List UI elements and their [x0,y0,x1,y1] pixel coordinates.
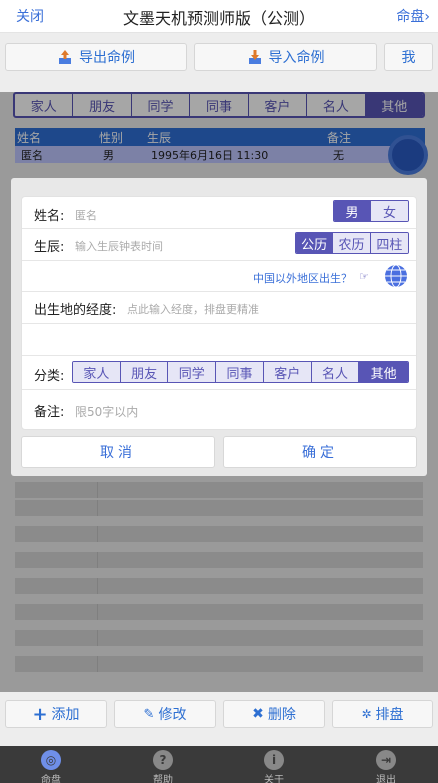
confirm-button[interactable]: 确定 [223,436,417,468]
divider [22,355,416,356]
calendar-toggle: 公历 农历 四柱 [295,232,409,254]
bottom-tab-bar: ◎ 命盘 ? 帮助 i 关于 ⇥ 退出 [0,746,438,783]
pointing-hand-icon: ☞ [359,270,369,283]
calendar-four-pillars[interactable]: 四柱 [370,233,408,253]
gender-female[interactable]: 女 [371,201,408,221]
divider [22,291,416,292]
form-category-option[interactable]: 名人 [311,362,360,382]
app-title: 文墨天机预测师版（公测） [122,9,315,28]
tab-chart-label: 命盘 [41,775,61,783]
import-icon [248,50,261,64]
target-icon: ◎ [41,750,61,770]
calendar-lunar[interactable]: 农历 [333,233,371,253]
name-input[interactable]: 匿名 [75,207,97,223]
chart-label: 排盘 [375,707,404,723]
form-category-option[interactable]: 客户 [263,362,312,382]
divider [22,323,416,324]
divider [22,260,416,261]
add-button[interactable]: + 添加 [5,700,107,728]
calendar-solar[interactable]: 公历 [296,233,334,253]
chart-button[interactable]: ✲ 排盘 [332,700,433,728]
abroad-link[interactable]: 中国以外地区出生？ [253,270,352,286]
gender-toggle: 男 女 [333,200,409,222]
me-button[interactable]: 我 [384,43,433,71]
name-label: 姓名: [34,209,65,224]
delete-label: 删除 [267,707,296,723]
tab-exit-label: 退出 [376,775,396,783]
tab-about[interactable]: i 关于 [244,750,304,783]
edit-label: 修改 [158,707,187,723]
plus-icon: + [32,703,48,725]
birth-input[interactable]: 输入生辰钟表时间 [75,238,163,254]
category-label: 分类: [34,369,65,384]
note-label: 备注: [34,405,65,420]
tab-help-label: 帮助 [153,775,173,783]
form-category-option[interactable]: 其他 [359,362,408,382]
tab-about-label: 关于 [264,775,284,783]
pencil-icon: ✎ [143,706,155,722]
chevron-right-icon: › [424,9,430,25]
form-category-toggle: 家人 朋友 同学 同事 客户 名人 其他 [72,361,409,383]
form-category-option[interactable]: 同学 [168,362,217,382]
globe-icon[interactable] [384,264,408,288]
tab-help[interactable]: ? 帮助 [133,750,193,783]
divider [22,228,416,229]
delete-button[interactable]: ✖ 删除 [223,700,325,728]
exit-icon: ⇥ [376,750,396,770]
export-icon [59,50,71,64]
gender-male[interactable]: 男 [334,201,372,221]
add-label: 添加 [51,707,80,723]
question-icon: ? [153,750,173,770]
import-label: 导入命例 [268,50,325,66]
note-input[interactable]: 限50字以内 [75,403,138,420]
divider [22,389,416,390]
longitude-label: 出生地的经度: [34,303,117,318]
close-x-icon: ✖ [252,706,264,722]
cancel-button[interactable]: 取消 [21,436,215,468]
form-category-option[interactable]: 朋友 [120,362,169,382]
chart-menu-label: 命盘 [396,9,425,25]
form-category-option[interactable]: 家人 [73,362,121,382]
form-category-option[interactable]: 同事 [216,362,264,382]
info-icon: i [264,750,284,770]
birth-label: 生辰: [34,240,65,255]
edit-button[interactable]: ✎ 修改 [114,700,216,728]
person-form: 姓名: 匿名 男 女 生辰: 输入生辰钟表时间 公历 农历 四柱 中国以外地区出… [21,196,417,430]
tab-exit[interactable]: ⇥ 退出 [356,750,416,783]
export-label: 导出命例 [79,50,135,66]
sparkle-icon: ✲ [361,707,372,721]
export-button[interactable]: 导出命例 [5,43,187,71]
chart-menu-button[interactable]: 命盘› [396,6,430,26]
longitude-input[interactable]: 点此输入经度，排盘更精准 [127,301,259,317]
import-button[interactable]: 导入命例 [194,43,377,71]
tab-chart[interactable]: ◎ 命盘 [21,750,81,783]
title-bar: 关闭 文墨天机预测师版（公测） 命盘› [0,0,438,33]
